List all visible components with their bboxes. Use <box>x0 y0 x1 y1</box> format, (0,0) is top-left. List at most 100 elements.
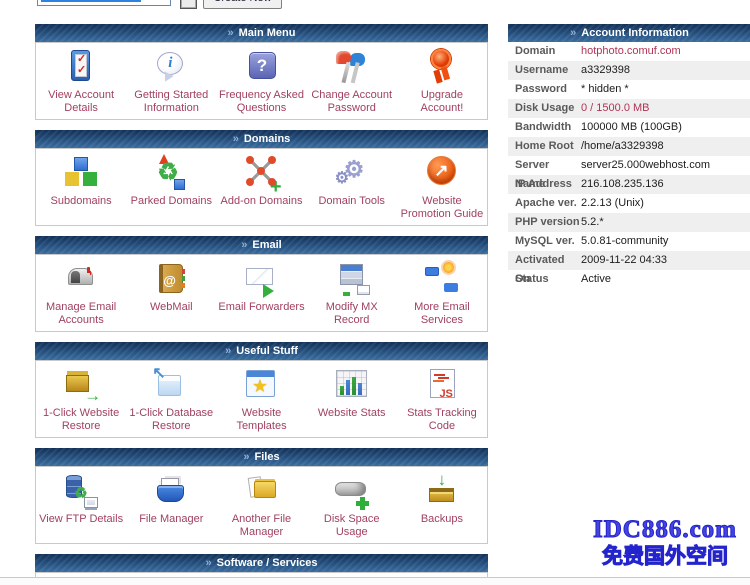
menu-item-label: More Email Services <box>397 301 487 327</box>
account-row-value: 5.0.81-community <box>581 232 668 251</box>
menu-item-mx-record[interactable]: Modify MX Record <box>307 259 397 331</box>
section-header-useful-stuff: »Useful Stuff <box>35 342 488 360</box>
menu-item-label: Disk Space Usage <box>307 513 397 539</box>
domain-tools-glyph: ⚙ <box>344 156 365 183</box>
account-row-label: Password <box>508 80 581 99</box>
menu-item-faq[interactable]: ?Frequency Asked Questions <box>216 47 306 119</box>
account-row-label: Bandwidth <box>508 118 581 137</box>
account-row: IP Address216.108.235.136 <box>508 175 750 194</box>
menu-item-website-stats[interactable]: Website Stats <box>307 365 397 437</box>
window-bottom-edge <box>0 577 750 585</box>
another-fm-icon <box>241 472 283 512</box>
account-row-value: 2009-11-22 04:33 <box>581 251 667 270</box>
text-selection <box>41 0 141 2</box>
menu-item-getting-started[interactable]: i Getting Started Information <box>126 47 216 119</box>
menu-item-account-details[interactable]: ✓✓View Account Details <box>36 47 126 119</box>
menu-item-backups[interactable]: ↓ Backups <box>397 471 487 543</box>
new-account-input[interactable] <box>37 0 171 6</box>
account-row-label: MySQL ver. <box>508 232 581 251</box>
menu-item-website-restore[interactable]: →1-Click Website Restore <box>36 365 126 437</box>
create-new-button[interactable]: Create New <box>203 0 282 9</box>
ftp-details-icon: ♻ <box>60 472 102 512</box>
menu-item-label: Domain Tools <box>307 195 397 208</box>
email-forwarders-icon <box>241 260 283 300</box>
account-row: Apache ver.2.2.13 (Unix) <box>508 194 750 213</box>
website-templates-icon: ★ <box>241 366 283 406</box>
header-marker: » <box>243 451 249 463</box>
section-box-domains: Subdomains♻Parked Domains+Add-on Domains… <box>35 148 488 226</box>
menu-item-subdomains[interactable]: Subdomains <box>36 153 126 225</box>
manage-email-icon <box>60 260 102 300</box>
menu-item-more-email[interactable]: More Email Services <box>397 259 487 331</box>
header-marker: » <box>570 27 576 39</box>
account-row-value[interactable]: hotphoto.comuf.com <box>581 42 681 61</box>
getting-started-glyph: i <box>157 55 183 72</box>
header-marker: » <box>205 557 211 569</box>
ftp-details-glyph: ♻ <box>74 484 87 502</box>
menu-item-domain-tools[interactable]: ⚙ Domain Tools <box>307 153 397 225</box>
menu-item-webmail[interactable]: @WebMail <box>126 259 216 331</box>
menu-item-label: View Account Details <box>36 89 126 115</box>
section-main-menu: » Main Menu ✓✓View Account Details i Getting… <box>35 24 488 120</box>
database-restore-glyph: ↖ <box>152 363 165 383</box>
top-toolbar: Create New <box>0 0 750 10</box>
database-restore-icon: ↖ <box>150 366 192 406</box>
section-header-files: » Files <box>35 448 488 466</box>
go-button[interactable] <box>180 0 197 9</box>
account-row-label: IP Address <box>508 175 581 194</box>
section-box-main-menu: ✓✓View Account Details i Getting Started I… <box>35 42 488 120</box>
stats-tracking-icon: JS <box>421 366 463 406</box>
section-title: Files <box>255 451 280 463</box>
account-row-value[interactable]: 0 / 1500.0 MB <box>581 99 650 118</box>
menu-item-label: WebMail <box>126 301 216 314</box>
menu-item-label: Backups <box>397 513 487 526</box>
section-title: Main Menu <box>239 27 296 39</box>
menu-item-disk-usage[interactable]: Disk Space Usage <box>307 471 397 543</box>
menu-item-label: 1-Click Website Restore <box>36 407 126 433</box>
account-row-label: Activated On <box>508 251 581 270</box>
account-row: Bandwidth100000 MB (100GB) <box>508 118 750 137</box>
account-information-header: » Account Information <box>508 24 750 42</box>
account-row-value: Active <box>581 270 611 289</box>
website-restore-icon: → <box>60 366 102 406</box>
section-files: » Files ♻ View FTP DetailsFile ManagerAnoth… <box>35 448 488 544</box>
menu-item-stats-tracking[interactable]: JSStats Tracking Code <box>397 365 487 437</box>
account-information-title: Account Information <box>581 27 689 39</box>
header-marker: » <box>228 27 234 39</box>
account-row-label: Apache ver. <box>508 194 581 213</box>
account-row-value: 5.2.* <box>581 213 604 232</box>
section-useful-stuff: »Useful Stuff →1-Click Website Restore ↖ 1-… <box>35 342 488 438</box>
getting-started-icon: i <box>150 48 192 88</box>
menu-item-label: Parked Domains <box>126 195 216 208</box>
menu-item-change-password[interactable]: Change Account Password <box>307 47 397 119</box>
menu-item-label: Upgrade Account! <box>397 89 487 115</box>
menu-item-email-forwarders[interactable]: Email Forwarders <box>216 259 306 331</box>
account-row-label: Domain <box>508 42 581 61</box>
menu-item-ftp-details[interactable]: ♻ View FTP Details <box>36 471 126 543</box>
menu-item-label: View FTP Details <box>36 513 126 526</box>
account-row: Server Nameserver25.000webhost.com <box>508 156 750 175</box>
section-domains: »DomainsSubdomains♻Parked Domains+Add-on… <box>35 130 488 226</box>
menu-item-website-templates[interactable]: ★Website Templates <box>216 365 306 437</box>
menu-item-label: Getting Started Information <box>126 89 216 115</box>
menu-item-another-fm[interactable]: Another File Manager <box>216 471 306 543</box>
menu-item-label: Manage Email Accounts <box>36 301 126 327</box>
menu-item-label: 1-Click Database Restore <box>126 407 216 433</box>
upgrade-account-icon <box>421 48 463 88</box>
section-header-email: »Email <box>35 236 488 254</box>
menu-item-file-manager[interactable]: File Manager <box>126 471 216 543</box>
account-row-label: Home Root <box>508 137 581 156</box>
menu-item-addon-domains[interactable]: +Add-on Domains <box>216 153 306 225</box>
website-promotion-icon: ↗ <box>421 154 463 194</box>
account-row-value: /home/a3329398 <box>581 137 664 156</box>
faq-glyph: ? <box>249 56 276 76</box>
website-restore-glyph: → <box>84 386 101 406</box>
menu-item-upgrade-account[interactable]: Upgrade Account! <box>397 47 487 119</box>
section-title: Domains <box>244 133 290 145</box>
account-row-value: 216.108.235.136 <box>581 175 664 194</box>
backups-glyph: ↓ <box>421 470 463 490</box>
menu-item-manage-email[interactable]: Manage Email Accounts <box>36 259 126 331</box>
menu-item-parked-domains[interactable]: ♻Parked Domains <box>126 153 216 225</box>
menu-item-website-promotion[interactable]: ↗Website Promotion Guide <box>397 153 487 225</box>
menu-item-database-restore[interactable]: ↖ 1-Click Database Restore <box>126 365 216 437</box>
